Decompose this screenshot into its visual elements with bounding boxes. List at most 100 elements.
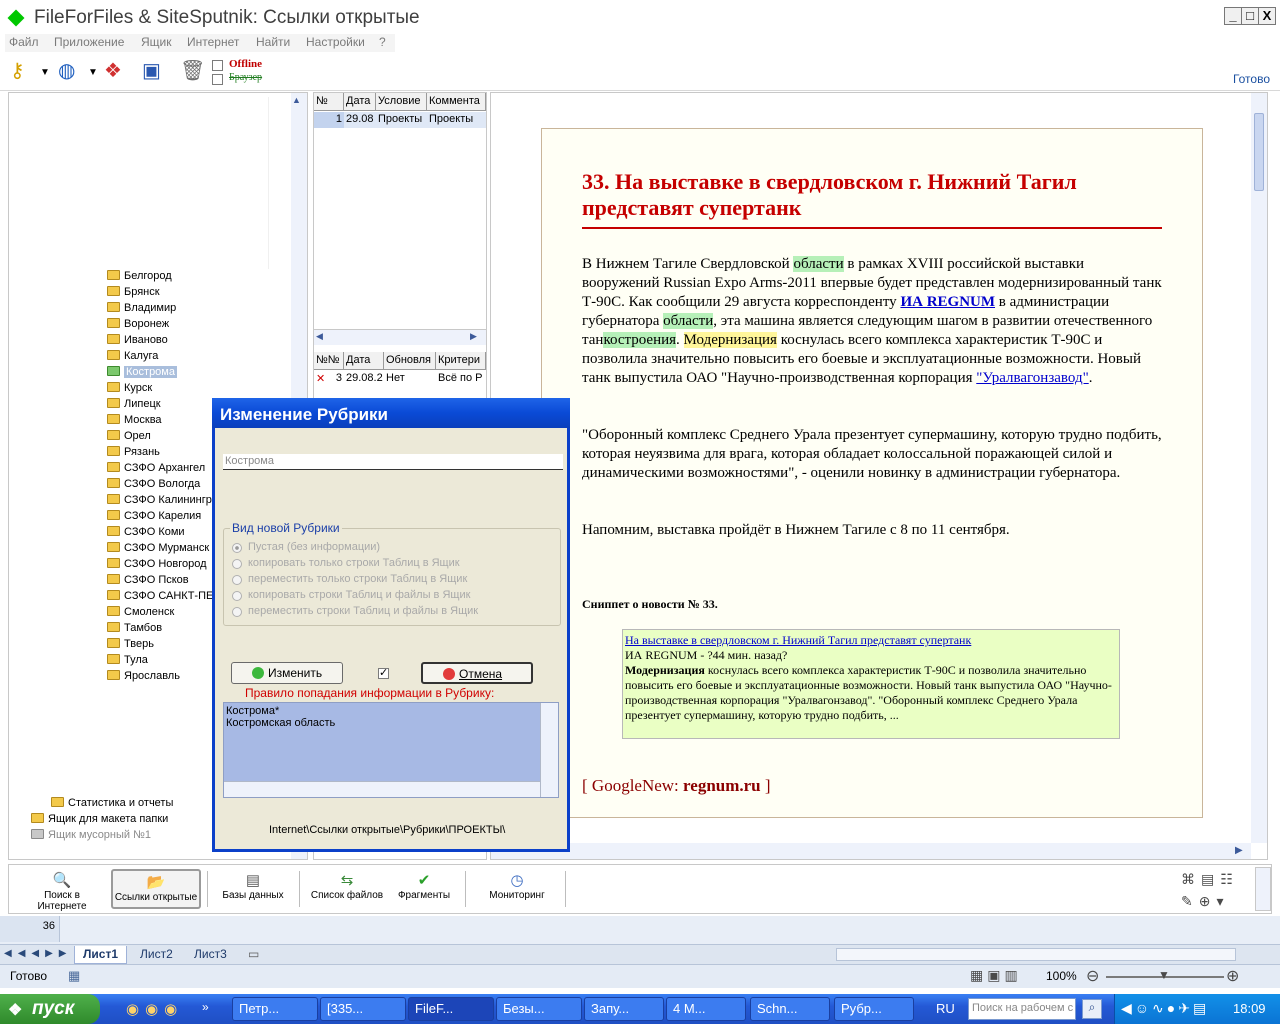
tab-file-list[interactable]: ⇆ Список файлов — [307, 869, 387, 909]
menu-internet[interactable]: Интернет — [187, 35, 239, 49]
menu-application[interactable]: Приложение — [54, 35, 124, 49]
grid2-cell[interactable]: Нет — [384, 371, 436, 387]
radio-copy-rows-files[interactable] — [232, 591, 242, 601]
tree-item[interactable]: Тамбов — [107, 622, 162, 638]
menu-settings[interactable]: Настройки — [306, 35, 365, 49]
snippet-link[interactable]: На выставке в свердловском г. Нижний Таг… — [625, 633, 1117, 648]
radio-move-rows-files[interactable] — [232, 607, 242, 617]
task-1[interactable]: Петр... — [232, 997, 318, 1021]
tabbar-scroll[interactable] — [1255, 867, 1271, 911]
sheet-hscrollbar[interactable] — [836, 948, 1236, 961]
tree-item[interactable]: Смоленск — [107, 606, 174, 622]
grid2-header-num[interactable]: №№ — [314, 352, 344, 370]
article-scroll-thumb[interactable] — [1254, 113, 1264, 191]
rule-textarea[interactable]: Кострома* Костромская область — [223, 702, 559, 798]
grid1-cell[interactable]: Проекты — [376, 112, 427, 128]
radio-copy-rows[interactable] — [232, 559, 242, 569]
task-7[interactable]: Schn... — [750, 997, 830, 1021]
tab-databases[interactable]: ▤ Базы данных — [215, 869, 291, 909]
regnum-link[interactable]: ИА REGNUM — [900, 294, 995, 310]
search-button-icon[interactable]: ⌕ — [1082, 999, 1102, 1019]
rubric-name-input[interactable]: Кострома — [223, 454, 563, 470]
zoom-out-icon[interactable]: ⊖ — [1086, 966, 1099, 986]
scroll-up-icon[interactable]: ▲ — [292, 95, 301, 105]
article-hscrollbar[interactable] — [491, 843, 1251, 859]
side-tools-icons-2[interactable]: ✎⊕▾ — [1181, 893, 1230, 910]
menu-help[interactable]: ? — [379, 35, 386, 49]
task-6[interactable]: 4 М... — [666, 997, 746, 1021]
scroll-right-icon-2[interactable]: ▶ — [1235, 845, 1243, 856]
zoom-in-icon[interactable]: ⊕ — [1226, 966, 1239, 986]
rule-hscrollbar[interactable] — [224, 781, 540, 797]
trash-icon[interactable]: 🗑 — [180, 59, 205, 83]
grid2-cell[interactable]: ✕ 3 — [314, 371, 344, 387]
minimize-button[interactable]: _ — [1224, 7, 1242, 25]
view-mode-icons[interactable]: ▦▣▥ — [970, 967, 1022, 984]
rule-vscrollbar[interactable] — [540, 703, 558, 797]
grid1-cell[interactable]: Проекты — [427, 112, 486, 128]
grid1-hscrollbar[interactable] — [314, 329, 486, 345]
sheet-tab-1[interactable]: Лист1 — [74, 946, 128, 964]
grid1-header-num[interactable]: № — [314, 93, 344, 111]
tree-item[interactable]: Ярославль — [107, 670, 180, 686]
tree-item-template-box[interactable]: Ящик для макета папки — [31, 813, 168, 829]
task-8[interactable]: Рубр... — [834, 997, 914, 1021]
grid2-header-criteria[interactable]: Критери — [436, 352, 486, 370]
tab-fragments[interactable]: ✔ Фрагменты — [391, 869, 457, 909]
tree-item[interactable]: Орел — [107, 430, 151, 446]
window-icon[interactable]: ▣ — [142, 59, 161, 83]
tree-item[interactable]: СЗФО Калинингр — [107, 494, 212, 510]
offline-checkbox[interactable] — [212, 60, 223, 71]
blocks-icon[interactable]: ❖ — [104, 59, 122, 83]
menu-box[interactable]: Ящик — [141, 35, 172, 49]
close-button[interactable]: X — [1258, 7, 1276, 25]
tree-item[interactable]: Липецк — [107, 398, 161, 414]
task-2[interactable]: [335... — [320, 997, 406, 1021]
side-tools-icons[interactable]: ⌘▤☷ — [1181, 871, 1239, 888]
scroll-left-icon[interactable]: ◀ — [316, 331, 323, 342]
tree-item[interactable]: Москва — [107, 414, 162, 430]
desktop-search-input[interactable]: Поиск на рабочем с — [968, 998, 1076, 1020]
tree-item[interactable]: Курск — [107, 382, 152, 398]
cancel-button[interactable]: Отмена — [421, 662, 533, 684]
tree-item[interactable]: СЗФО Карелия — [107, 510, 201, 526]
tree-item[interactable]: СЗФО Вологда — [107, 478, 200, 494]
dropdown-arrow-icon-2[interactable]: ▼ — [88, 61, 98, 85]
tab-monitoring[interactable]: ◷ Мониторинг — [479, 869, 555, 909]
grid2-header-date[interactable]: Дата — [344, 352, 384, 370]
tree-item-selected[interactable]: Кострома — [107, 366, 177, 382]
new-sheet-icon[interactable]: ▭ — [248, 947, 259, 961]
start-button[interactable]: ❖ пуск — [0, 994, 100, 1024]
task-5[interactable]: Запу... — [584, 997, 664, 1021]
tree-item[interactable]: Тула — [107, 654, 148, 670]
maximize-button[interactable]: □ — [1241, 7, 1259, 25]
source-link[interactable]: regnum.ru — [683, 776, 761, 795]
tree-item[interactable]: Калуга — [107, 350, 158, 366]
grid1-header-date[interactable]: Дата — [344, 93, 376, 111]
grid2-header-update[interactable]: Обновля — [384, 352, 436, 370]
tree-item[interactable]: Брянск — [107, 286, 160, 302]
language-indicator[interactable]: RU — [936, 1001, 955, 1016]
globe-icon[interactable]: ◍ — [58, 59, 75, 83]
grid2-cell[interactable]: 29.08.2 — [344, 371, 384, 387]
browser-checkbox[interactable] — [212, 74, 223, 85]
grid1-cell[interactable]: 29.08 — [344, 112, 376, 128]
dropdown-arrow-icon[interactable]: ▼ — [40, 61, 50, 85]
tab-open-links[interactable]: 📂 Ссылки открытые — [111, 869, 201, 909]
tree-item-trash-box[interactable]: Ящик мусорный №1 — [31, 829, 151, 845]
tab-internet-search[interactable]: 🔍 Поиск в Интернете — [19, 869, 105, 912]
scroll-right-icon[interactable]: ▶ — [470, 331, 477, 342]
task-4[interactable]: Безы... — [496, 997, 582, 1021]
grid1-header-condition[interactable]: Условие — [376, 93, 427, 111]
uvz-link[interactable]: "Уралвагонзавод" — [976, 370, 1088, 386]
tree-item[interactable]: СЗФО Коми — [107, 526, 185, 542]
tree-item[interactable]: СЗФО Мурманск — [107, 542, 209, 558]
zoom-slider-thumb[interactable]: ▼ — [1158, 968, 1170, 982]
radio-move-rows[interactable] — [232, 575, 242, 585]
macro-icon[interactable]: ▦ — [68, 968, 80, 984]
tree-item-statistics[interactable]: Статистика и отчеты — [51, 797, 173, 813]
article-pane[interactable]: 33. На выставке в свердловском г. Нижний… — [490, 92, 1268, 860]
menu-file[interactable]: Файл — [9, 35, 39, 49]
change-button[interactable]: Изменить — [231, 662, 343, 684]
quick-launch-icons[interactable]: ◉◉◉ — [126, 1000, 183, 1018]
